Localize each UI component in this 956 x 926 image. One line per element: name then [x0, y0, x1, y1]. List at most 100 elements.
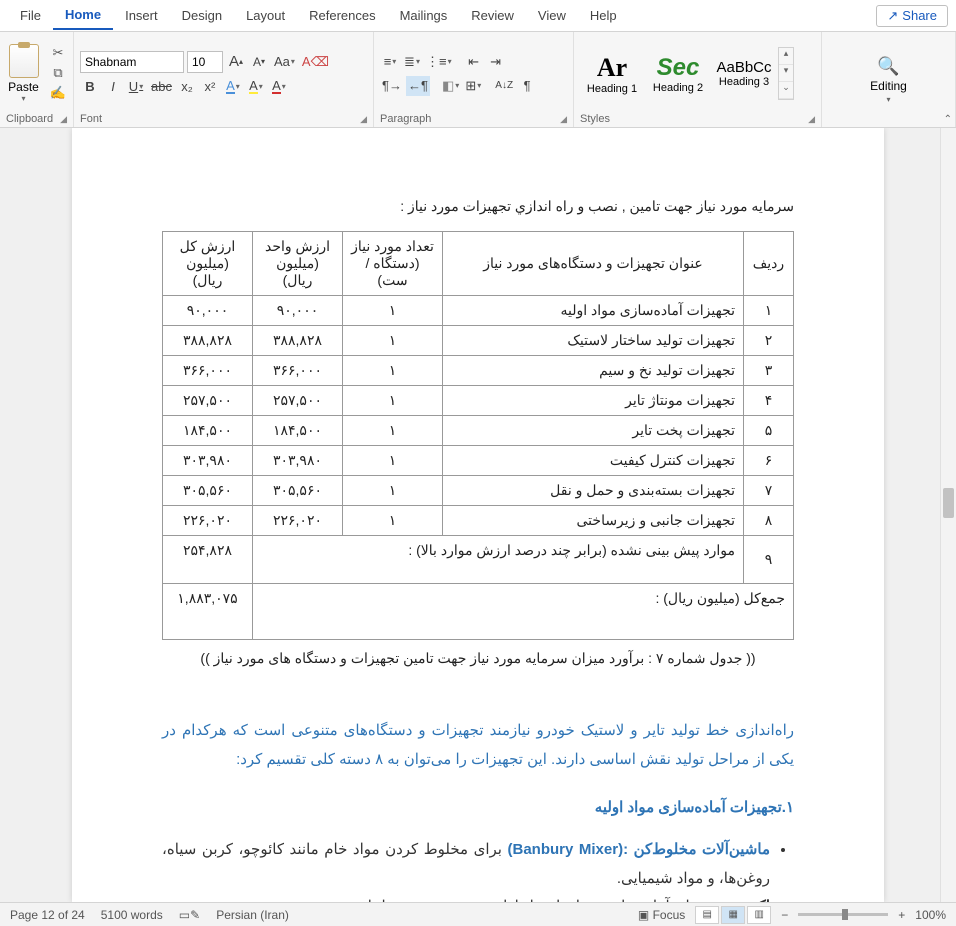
underline-button[interactable]: U: [126, 77, 146, 97]
table-row: ۸تجهیزات جانبی و زیرساختی۱۲۲۶,۰۲۰۲۲۶,۰۲۰: [163, 506, 794, 536]
table-row: ۴تجهیزات مونتاژ تایر۱۲۵۷,۵۰۰۲۵۷,۵۰۰: [163, 386, 794, 416]
table-row: ۹موارد پیش بینی نشده (برابر چند درصد ارز…: [163, 536, 794, 584]
tab-design[interactable]: Design: [170, 2, 234, 29]
table-row: ۱تجهیزات آماده‌سازی مواد اولیه۱۹۰,۰۰۰۹۰,…: [163, 296, 794, 326]
style-heading1[interactable]: Ar Heading 1: [580, 46, 644, 102]
document-area: سرمایه مورد نیاز جهت تامین , نصب و راه ا…: [0, 128, 956, 902]
scrollbar-thumb[interactable]: [943, 488, 954, 518]
cut-button[interactable]: ✂: [49, 45, 67, 63]
style-heading2[interactable]: Sec Heading 2: [646, 46, 710, 102]
styles-launcher[interactable]: ◢: [808, 114, 815, 125]
styles-scroll[interactable]: ▴▾⌄: [778, 47, 794, 100]
format-painter-button[interactable]: ✍: [49, 85, 67, 103]
style-label: Heading 2: [653, 82, 703, 94]
numbering-button[interactable]: ≣: [402, 52, 422, 72]
word-count[interactable]: 5100 words: [101, 908, 163, 922]
tab-review[interactable]: Review: [459, 2, 526, 29]
shrink-font-button[interactable]: A▾: [249, 52, 269, 72]
multilevel-button[interactable]: ⋮≡: [424, 52, 454, 72]
table-sum-row: جمع‌کل (میلیون ریال) :۱,۸۸۳,۰۷۵: [163, 584, 794, 640]
tab-insert[interactable]: Insert: [113, 2, 170, 29]
superscript-button[interactable]: x²: [200, 77, 220, 97]
paragraph-group-label: Paragraph: [380, 113, 431, 125]
collapse-ribbon-button[interactable]: ⌃: [944, 114, 952, 125]
strikethrough-button[interactable]: abc: [149, 77, 174, 97]
sort-button[interactable]: A↓Z: [493, 76, 515, 96]
font-size-combo[interactable]: [187, 51, 223, 73]
language-indicator[interactable]: Persian (Iran): [216, 908, 289, 922]
style-heading3[interactable]: AaBbCc Heading 3: [712, 46, 776, 102]
styles-group-label: Styles: [580, 113, 610, 125]
italic-button[interactable]: I: [103, 77, 123, 97]
focus-mode-button[interactable]: ▣ Focus: [638, 908, 685, 922]
page-indicator[interactable]: Page 12 of 24: [10, 908, 85, 922]
tab-home[interactable]: Home: [53, 1, 113, 30]
shading-button[interactable]: ◧: [440, 76, 461, 96]
th-total: ارزش کل (میلیون ریال): [163, 232, 253, 296]
share-icon: ↗: [887, 8, 898, 24]
vertical-scrollbar[interactable]: [940, 128, 956, 902]
decrease-indent-button[interactable]: ⇤: [464, 52, 484, 72]
tab-view[interactable]: View: [526, 2, 578, 29]
tab-mailings[interactable]: Mailings: [388, 2, 460, 29]
bold-button[interactable]: B: [80, 77, 100, 97]
highlight-button[interactable]: A: [246, 77, 266, 97]
print-layout-button[interactable]: ▦: [721, 906, 745, 924]
table-row: ۶تجهیزات کنترل کیفیت۱۳۰۳,۹۸۰۳۰۳,۹۸۰: [163, 446, 794, 476]
rtl-button[interactable]: ←¶: [406, 76, 430, 96]
paste-button[interactable]: Paste ▾: [6, 44, 41, 103]
proofing-icon[interactable]: ▭✎: [179, 908, 200, 922]
bullets-button[interactable]: ≡: [380, 52, 400, 72]
table-caption: (( جدول شماره ۷ : برآورد میزان سرمایه مو…: [162, 650, 794, 667]
tab-file[interactable]: File: [8, 2, 53, 29]
zoom-out-button[interactable]: −: [781, 908, 788, 922]
search-icon: 🔍: [877, 56, 899, 77]
read-mode-button[interactable]: ▤: [695, 906, 719, 924]
status-bar: Page 12 of 24 5100 words ▭✎ Persian (Ira…: [0, 902, 956, 926]
ribbon: Paste ▾ ✂ ⧉ ✍ Clipboard◢ A▴: [0, 32, 956, 128]
font-launcher[interactable]: ◢: [360, 114, 367, 125]
font-group-label: Font: [80, 113, 102, 125]
section-title: سرمایه مورد نیاز جهت تامین , نصب و راه ا…: [162, 198, 794, 215]
tab-layout[interactable]: Layout: [234, 2, 297, 29]
paste-icon: [9, 44, 39, 78]
table-row: ۷تجهیزات بسته‌بندی و حمل و نقل۱۳۰۵,۵۶۰۳۰…: [163, 476, 794, 506]
tab-help[interactable]: Help: [578, 2, 629, 29]
share-button[interactable]: ↗ Share: [876, 5, 948, 27]
tab-references[interactable]: References: [297, 2, 387, 29]
text-effects-button[interactable]: A: [223, 77, 243, 97]
show-marks-button[interactable]: ¶: [517, 76, 537, 96]
share-label: Share: [902, 8, 937, 23]
zoom-slider[interactable]: [798, 913, 888, 916]
ltr-button[interactable]: ¶→: [380, 76, 404, 96]
bullet-list: ماشین‌آلات مخلوط‌کن :(Banbury Mixer) برا…: [162, 836, 794, 902]
zoom-level[interactable]: 100%: [915, 908, 946, 922]
list-item: اکسترودر :برای آماده‌سازی مخلوط مواد اول…: [162, 893, 770, 902]
font-color-button[interactable]: A: [269, 77, 289, 97]
zoom-in-button[interactable]: +: [898, 908, 905, 922]
editing-label: Editing: [870, 79, 907, 93]
page[interactable]: سرمایه مورد نیاز جهت تامین , نصب و راه ا…: [72, 128, 884, 902]
editing-button[interactable]: 🔍 Editing ▾: [864, 56, 914, 104]
font-name-combo[interactable]: [80, 51, 184, 73]
body-paragraph: راه‌اندازی خط تولید تایر و لاستیک خودرو …: [162, 717, 794, 774]
change-case-button[interactable]: Aa: [272, 52, 297, 72]
list-item: ماشین‌آلات مخلوط‌کن :(Banbury Mixer) برا…: [162, 836, 770, 893]
subscript-button[interactable]: x₂: [177, 77, 197, 97]
increase-indent-button[interactable]: ⇥: [486, 52, 506, 72]
table-row: ۵تجهیزات پخت تایر۱۱۸۴,۵۰۰۱۸۴,۵۰۰: [163, 416, 794, 446]
th-qty: تعداد مورد نیاز (دستگاه / ست): [343, 232, 443, 296]
th-unit: ارزش واحد (میلیون ریال): [253, 232, 343, 296]
paragraph-launcher[interactable]: ◢: [560, 114, 567, 125]
grow-font-button[interactable]: A▴: [226, 52, 246, 72]
style-label: Heading 1: [587, 83, 637, 95]
table-row: ۳تجهیزات تولید نخ و سیم۱۳۶۶,۰۰۰۳۶۶,۰۰۰: [163, 356, 794, 386]
clipboard-launcher[interactable]: ◢: [60, 114, 67, 125]
th-title: عنوان تجهیزات و دستگاه‌های مورد نیاز: [443, 232, 744, 296]
copy-button[interactable]: ⧉: [49, 65, 67, 83]
styles-gallery[interactable]: Ar Heading 1 Sec Heading 2 AaBbCc Headin…: [580, 46, 794, 102]
clear-formatting-button[interactable]: A⌫: [300, 52, 331, 72]
web-layout-button[interactable]: ▥: [747, 906, 771, 924]
paste-label: Paste: [8, 80, 39, 94]
borders-button[interactable]: ⊞: [463, 76, 483, 96]
